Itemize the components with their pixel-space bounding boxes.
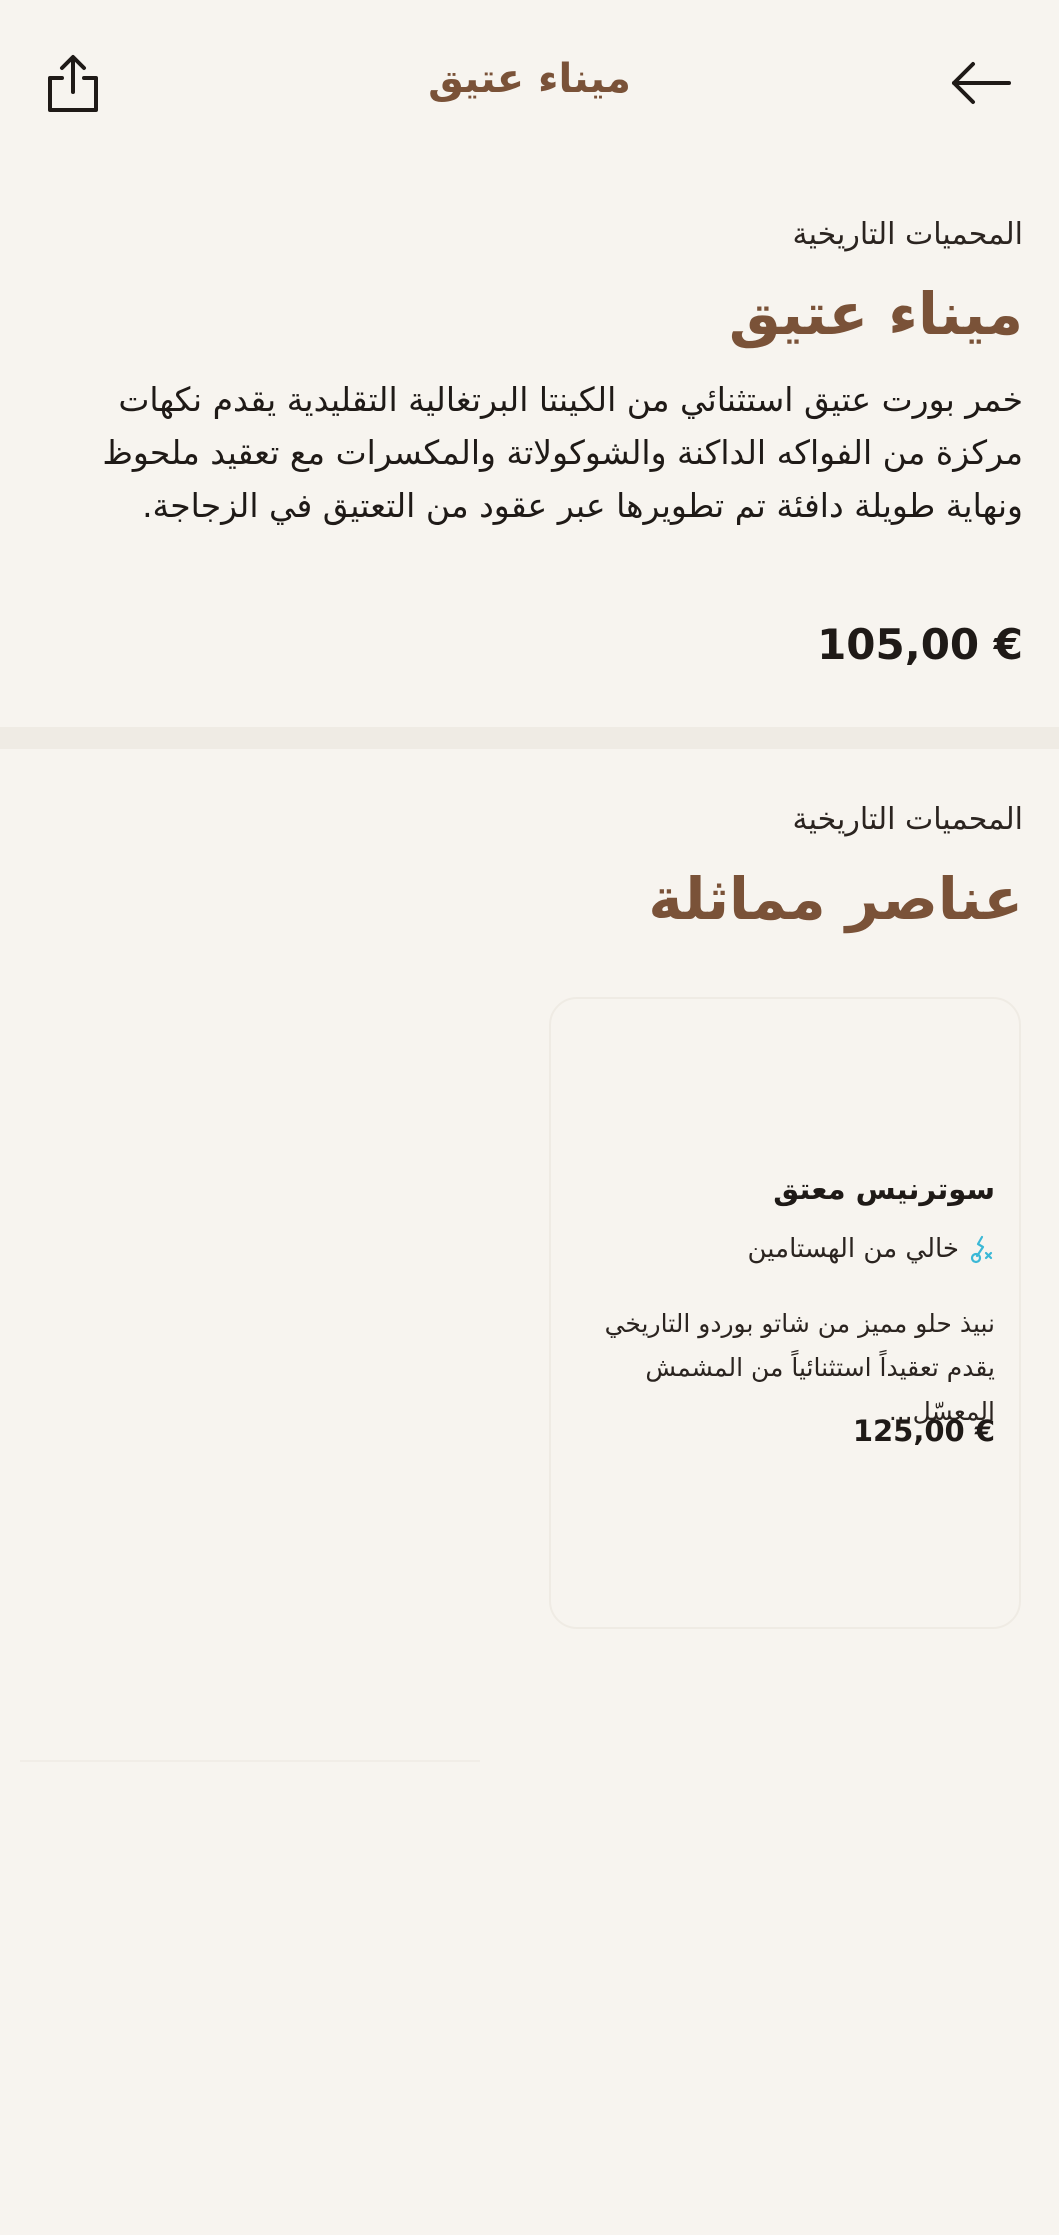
product-category: المحميات التاريخية	[792, 217, 1023, 252]
histamine-free-icon	[967, 1233, 995, 1265]
section-divider	[0, 727, 1059, 749]
similar-item-name: سوترنيس معتق	[773, 1172, 995, 1206]
similar-items-section: المحميات التاريخية عناصر مماثلة	[60, 800, 1023, 936]
product-price: 105,00 €	[817, 620, 1023, 669]
similar-item-card[interactable]: سوترنيس معتق خالي من الهستامين نبيذ حلو …	[549, 997, 1021, 1629]
similar-title: عناصر مماثلة	[648, 865, 1023, 933]
header-title: ميناء عتيق	[428, 56, 631, 102]
back-button[interactable]	[941, 50, 1021, 120]
similar-item-price: 125,00 €	[852, 1414, 995, 1448]
histamine-free-badge: خالي من الهستامين	[575, 1229, 995, 1269]
product-title: ميناء عتيق	[728, 280, 1023, 348]
arrow-left-icon	[951, 61, 1011, 109]
similar-category: المحميات التاريخية	[792, 802, 1023, 837]
placeholder-line	[20, 1760, 480, 1762]
histamine-free-label: خالي من الهستامين	[747, 1234, 960, 1264]
product-description: خمر بورت عتيق استثنائي من الكينتا البرتغ…	[102, 380, 1023, 525]
product-info: المحميات التاريخية ميناء عتيق خمر بورت ع…	[60, 215, 1023, 532]
product-detail-page: ميناء عتيق المحميات التاريخية ميناء عتيق…	[0, 0, 1059, 2235]
top-bar: ميناء عتيق	[0, 0, 1059, 170]
